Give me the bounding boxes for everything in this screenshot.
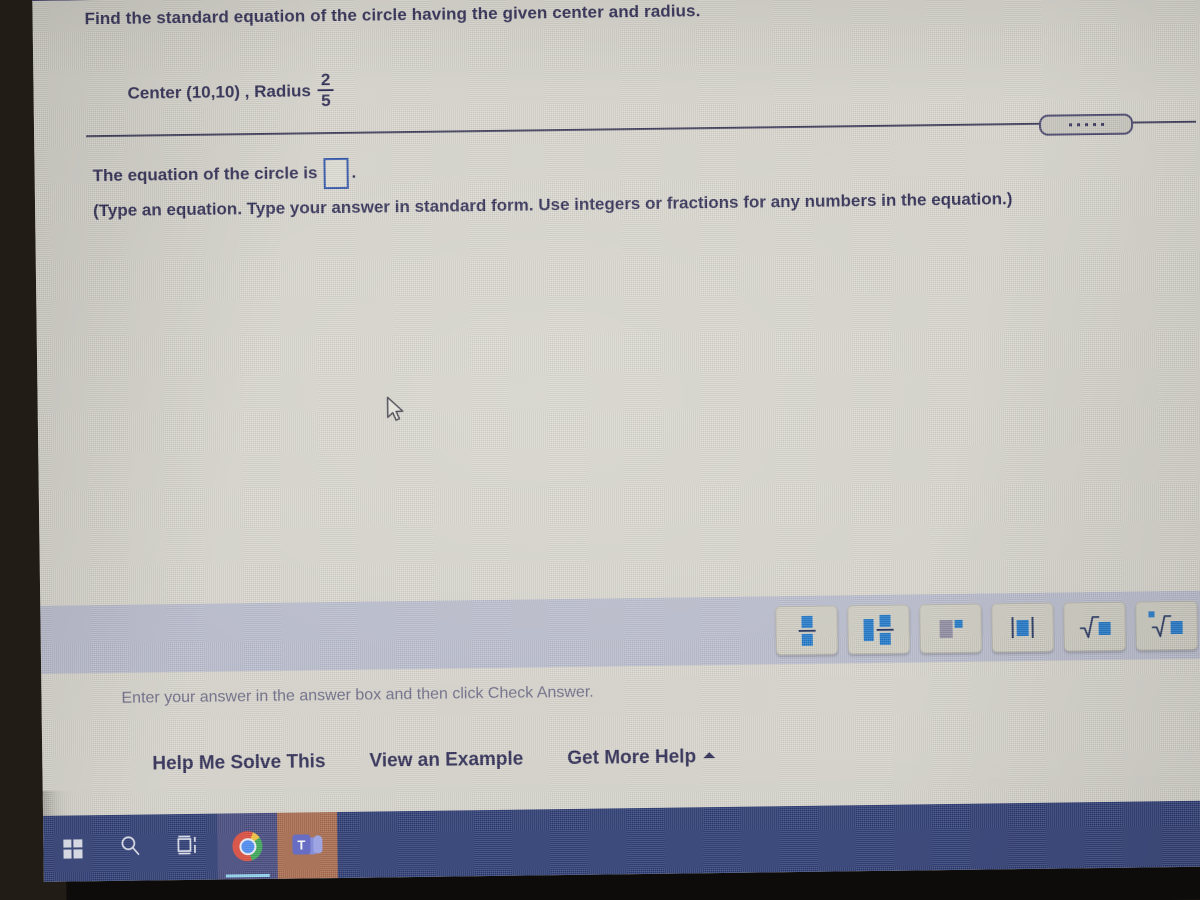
caret-up-icon [703, 752, 716, 759]
help-links-row: Help Me Solve This View an Example Get M… [152, 746, 716, 775]
grip-dot [1084, 123, 1088, 127]
mouse-cursor-icon [386, 396, 406, 427]
grip-dot [1100, 122, 1104, 126]
question-page: Find the standard equation of the circle… [32, 0, 1200, 791]
chrome-icon [232, 831, 263, 862]
question-prompt: Find the standard equation of the circle… [84, 1, 701, 29]
answer-label: The equation of the circle is [92, 162, 318, 185]
task-view-icon [176, 833, 200, 860]
math-palette [775, 600, 1200, 656]
get-more-help-button[interactable]: Get More Help [567, 746, 716, 770]
panel-resize-grip[interactable] [1038, 113, 1134, 136]
taskbar-search-button[interactable] [101, 821, 160, 874]
teams-letter: T [292, 834, 311, 855]
grip-dot [1068, 123, 1072, 127]
nth-root-button[interactable] [1135, 600, 1198, 651]
radius-denominator: 5 [321, 91, 331, 111]
fraction-button[interactable] [775, 605, 838, 656]
answer-input[interactable] [323, 157, 349, 190]
nth-root-icon [1147, 610, 1183, 637]
screen-surface: Find the standard equation of the circle… [32, 0, 1200, 882]
given-center-radius-text: Center (10,10) , Radius [127, 81, 311, 104]
grip-dot [1076, 123, 1080, 127]
radius-numerator: 2 [320, 70, 331, 90]
task-view-button[interactable] [159, 821, 218, 874]
mixed-number-icon [863, 614, 894, 645]
teams-icon: T [292, 832, 323, 858]
fraction-icon [798, 615, 816, 646]
view-an-example-button[interactable]: View an Example [369, 749, 523, 773]
grip-dot [1092, 123, 1096, 127]
answer-trailing-punctuation: . [351, 162, 357, 182]
mixed-number-button[interactable] [847, 604, 910, 655]
view-an-example-label: View an Example [369, 748, 524, 772]
monitor-photo: Find the standard equation of the circle… [0, 0, 1200, 900]
radius-fraction: 2 5 [317, 70, 335, 111]
start-button[interactable] [43, 822, 102, 875]
help-me-solve-this-label: Help Me Solve This [152, 751, 326, 775]
square-root-button[interactable] [1063, 601, 1126, 652]
exponent-button[interactable] [919, 603, 982, 654]
get-more-help-label: Get More Help [567, 746, 697, 770]
exponent-icon [939, 619, 963, 638]
absolute-value-button[interactable] [991, 602, 1054, 653]
help-me-solve-this-button[interactable]: Help Me Solve This [152, 751, 325, 775]
answer-format-instruction: (Type an equation. Type your answer in s… [92, 189, 1013, 221]
square-root-icon [1079, 614, 1111, 638]
question-given: Center (10,10) , Radius 2 5 [127, 70, 335, 113]
check-answer-hint: Enter your answer in the answer box and … [121, 683, 594, 707]
answer-line: The equation of the circle is . [92, 157, 356, 191]
search-icon [119, 834, 141, 861]
windows-logo-icon [62, 838, 83, 859]
taskbar-app-teams[interactable]: T [276, 812, 338, 879]
absolute-value-icon [1011, 616, 1034, 639]
section-divider [86, 120, 1197, 138]
taskbar-app-chrome[interactable] [216, 812, 278, 880]
